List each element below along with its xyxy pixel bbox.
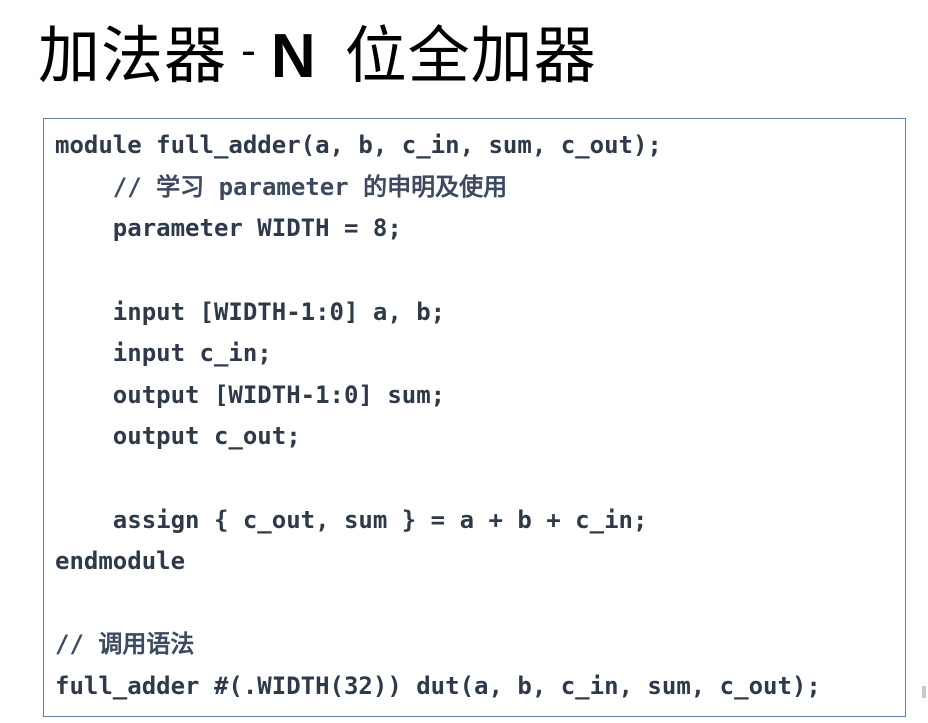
code-line-2: // 学习 parameter 的申明及使用	[55, 173, 508, 201]
code-line-14: full_adder #(.WIDTH(32)) dut(a, b, c_in,…	[55, 672, 821, 700]
code-line-3: parameter WIDTH = 8;	[55, 214, 402, 242]
code-line-5: input [WIDTH-1:0] a, b;	[55, 298, 446, 326]
title-n: N	[270, 22, 317, 91]
code-line-7: output [WIDTH-1:0] sum;	[55, 381, 446, 409]
title-text-full-adder: 位全加器	[344, 19, 597, 92]
code-block: module full_adder(a, b, c_in, sum, c_out…	[43, 118, 906, 717]
code-line-10: assign { c_out, sum } = a + b + c_in;	[55, 506, 648, 534]
slide-title: 加法器 - N 位全加器	[38, 20, 597, 92]
edge-marker	[922, 686, 926, 698]
code-line-11: endmodule	[55, 547, 186, 575]
code-line-6: input c_in;	[55, 339, 272, 367]
title-dash: -	[241, 25, 257, 76]
code-line-13: // 调用语法	[55, 630, 195, 658]
code-line-1: module full_adder(a, b, c_in, sum, c_out…	[55, 131, 662, 159]
title-text-adder: 加法器	[38, 19, 228, 92]
code-line-8: output c_out;	[55, 422, 301, 450]
